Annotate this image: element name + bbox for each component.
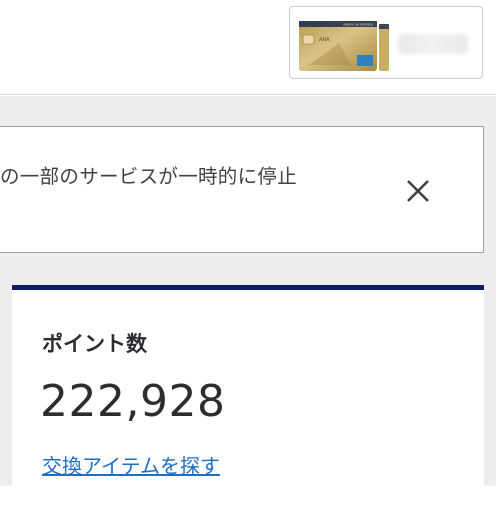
notice-close-button[interactable] <box>402 175 434 207</box>
find-exchange-items-link[interactable]: 交換アイテムを探す <box>42 450 220 479</box>
card-selector-button[interactable]: ANA AMERICAN EXPRESS <box>289 6 483 79</box>
page-header: ANA AMERICAN EXPRESS <box>0 0 496 95</box>
card-issuer-text: AMERICAN EXPRESS <box>343 23 373 27</box>
service-notice-banner: の一部のサービスが一時的に停止 <box>0 126 484 253</box>
points-label: ポイント数 <box>42 332 147 356</box>
notice-text: の一部のサービスが一時的に停止 <box>0 165 298 188</box>
close-icon <box>407 180 429 202</box>
main-content: の一部のサービスが一時的に停止 ポイント数 222,928 交換アイテムを探す <box>0 96 496 505</box>
points-value: 222,928 <box>40 376 226 427</box>
points-card: ポイント数 222,928 交換アイテムを探す <box>12 285 484 505</box>
credit-card-image: ANA AMERICAN EXPRESS <box>299 21 389 71</box>
card-name-redacted <box>398 34 468 54</box>
card-brand-text: ANA <box>319 37 330 43</box>
